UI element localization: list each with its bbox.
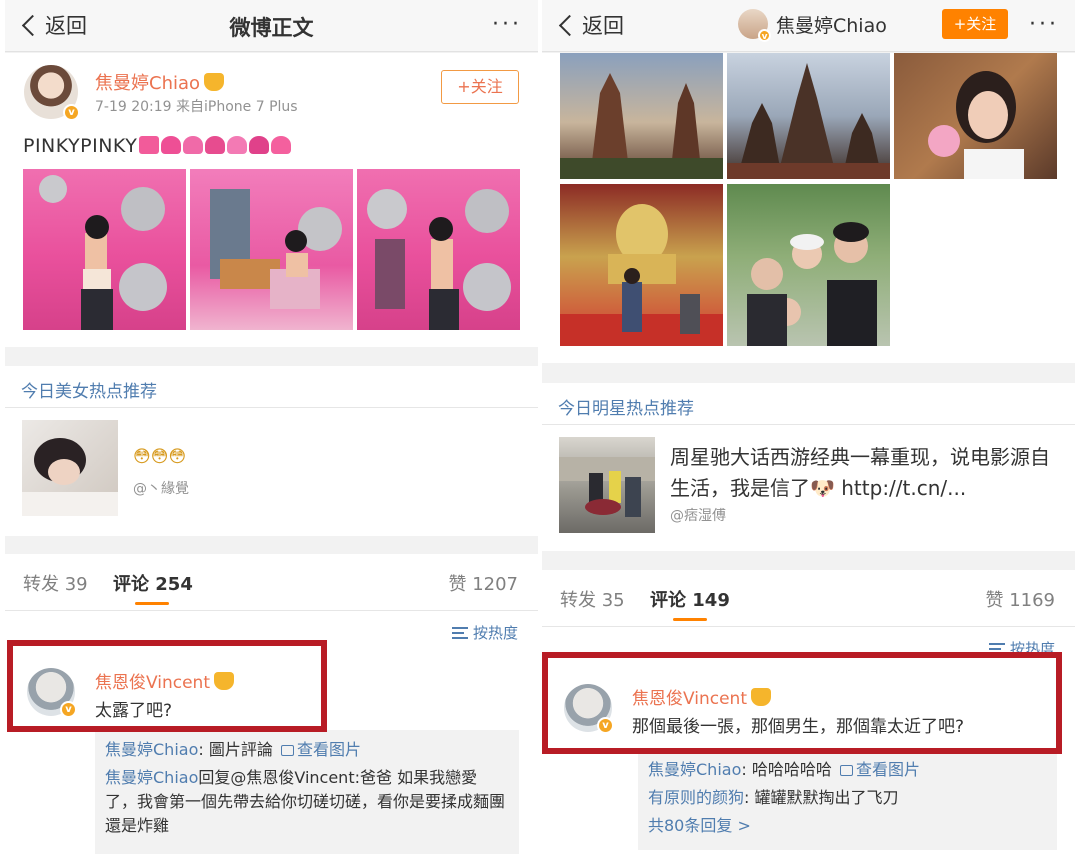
divider [542, 424, 1075, 425]
post-photo[interactable] [560, 184, 723, 346]
post-text: PINKYPINKY [23, 135, 292, 157]
reply-author[interactable]: 有原则的颜狗 [648, 788, 744, 807]
tab-underline [135, 602, 169, 605]
author-name[interactable]: 焦曼婷Chiao [95, 69, 225, 95]
recommend-title[interactable]: 今日明星热点推荐 [558, 394, 694, 419]
verified-icon: v [758, 29, 771, 42]
tab-comment[interactable]: 评论 149 [650, 586, 730, 612]
recommend-thumbnail[interactable] [559, 437, 655, 533]
reply-author[interactable]: 焦曼婷Chiao [105, 740, 198, 759]
tab-repost[interactable]: 转发 39 [23, 570, 88, 596]
back-button[interactable]: 返回 [556, 9, 624, 41]
more-replies-link[interactable]: 共80条回复 > [648, 814, 1047, 838]
heart-icon [227, 136, 248, 154]
page-title: 微博正文 [229, 16, 314, 40]
reply-item: 焦曼婷Chiao: 圖片評論 查看图片 [105, 740, 361, 759]
reply-author[interactable]: 焦曼婷Chiao [648, 760, 741, 779]
follow-button[interactable]: +关注 [441, 70, 519, 104]
back-label: 返回 [582, 14, 624, 38]
post-photo[interactable] [23, 169, 186, 330]
right-screenshot: 返回 v 焦曼婷Chiao +关注 ··· 今日明星热点推荐 周星驰大话西游经典… [542, 0, 1075, 854]
recommend-card: 今日明星热点推荐 周星驰大话西游经典一幕重现，说电影源自生活，我是信了🐶 htt… [542, 383, 1075, 551]
reply-item: 有原则的颜狗: 罐罐默默掏出了飞刀 [648, 788, 899, 807]
post-meta: 7-19 20:19 来自iPhone 7 Plus [95, 99, 298, 115]
image-icon [280, 745, 294, 756]
reply-box: 焦曼婷Chiao: 哈哈哈哈哈 查看图片 有原则的颜狗: 罐罐默默掏出了飞刀 共… [638, 752, 1057, 850]
nav-username: 焦曼婷Chiao [776, 14, 887, 37]
recommend-author: @痞湿傅 [670, 508, 726, 524]
post-photo[interactable] [727, 184, 890, 346]
tab-like[interactable]: 赞 1169 [985, 586, 1055, 612]
heart-icon [271, 136, 292, 154]
heart-icon [249, 136, 270, 154]
post-photo[interactable] [894, 53, 1057, 179]
recommend-title[interactable]: 今日美女热点推荐 [21, 377, 157, 402]
divider [542, 626, 1075, 627]
tab-underline [673, 618, 707, 621]
tab-comment[interactable]: 评论 254 [113, 570, 193, 596]
highlight-box [7, 640, 327, 732]
recommend-text[interactable]: 😳😳😳 [133, 442, 186, 473]
bow-icon [139, 136, 160, 154]
sort-icon [451, 627, 468, 639]
post-photo[interactable] [357, 169, 520, 330]
image-icon [839, 765, 853, 776]
heart-icon [183, 136, 204, 154]
post-photo[interactable] [190, 169, 353, 330]
avatar[interactable]: v [24, 65, 80, 121]
tab-like[interactable]: 赞 1207 [448, 570, 518, 596]
avatar: v [738, 9, 771, 42]
more-icon[interactable]: ··· [492, 12, 522, 37]
post-photo[interactable] [560, 53, 723, 179]
tab-repost[interactable]: 转发 35 [560, 586, 625, 612]
view-image-link[interactable]: 查看图片 [837, 760, 920, 779]
view-image-link[interactable]: 查看图片 [278, 740, 361, 759]
reply-item: 焦曼婷Chiao: 哈哈哈哈哈 查看图片 [648, 760, 920, 779]
heart-icon [161, 136, 182, 154]
follow-button[interactable]: +关注 [942, 9, 1008, 39]
reply-item: 焦曼婷Chiao回复@焦恩俊Vincent:爸爸 如果我戀愛了，我會第一個先帶去… [105, 768, 506, 835]
recommend-thumbnail[interactable] [22, 420, 118, 516]
post-card [542, 53, 1075, 363]
verified-icon: v [63, 104, 80, 121]
more-icon[interactable]: ··· [1029, 12, 1059, 37]
nav-user[interactable]: v 焦曼婷Chiao [738, 9, 887, 42]
recommend-text[interactable]: 周星驰大话西游经典一幕重现，说电影源自生活，我是信了🐶 http://t.cn/… [670, 442, 1050, 504]
post-card: v 焦曼婷Chiao 7-19 20:19 来自iPhone 7 Plus +关… [5, 53, 538, 347]
nav-bar: 返回 v 焦曼婷Chiao +关注 ··· [542, 0, 1075, 52]
sort-button[interactable]: 按热度 [451, 622, 518, 643]
post-photo[interactable] [727, 53, 890, 179]
recommend-author: @丶緣覺 [133, 481, 189, 497]
recommend-card: 今日美女热点推荐 😳😳😳 @丶緣覺 [5, 366, 538, 536]
crown-icon [204, 73, 225, 91]
heart-icon [205, 136, 226, 154]
left-screenshot: 返回 微博正文 ··· v 焦曼婷Chiao 7-19 20:19 来自iPho… [5, 0, 538, 854]
highlight-box [542, 652, 1062, 754]
divider [5, 610, 538, 611]
nav-bar: 返回 微博正文 ··· [5, 0, 538, 52]
chevron-left-icon [558, 14, 581, 36]
divider [5, 407, 538, 408]
reply-box: 焦曼婷Chiao: 圖片評論 查看图片 焦曼婷Chiao回复@焦恩俊Vincen… [95, 730, 519, 854]
reply-author[interactable]: 焦曼婷Chiao [105, 768, 198, 787]
